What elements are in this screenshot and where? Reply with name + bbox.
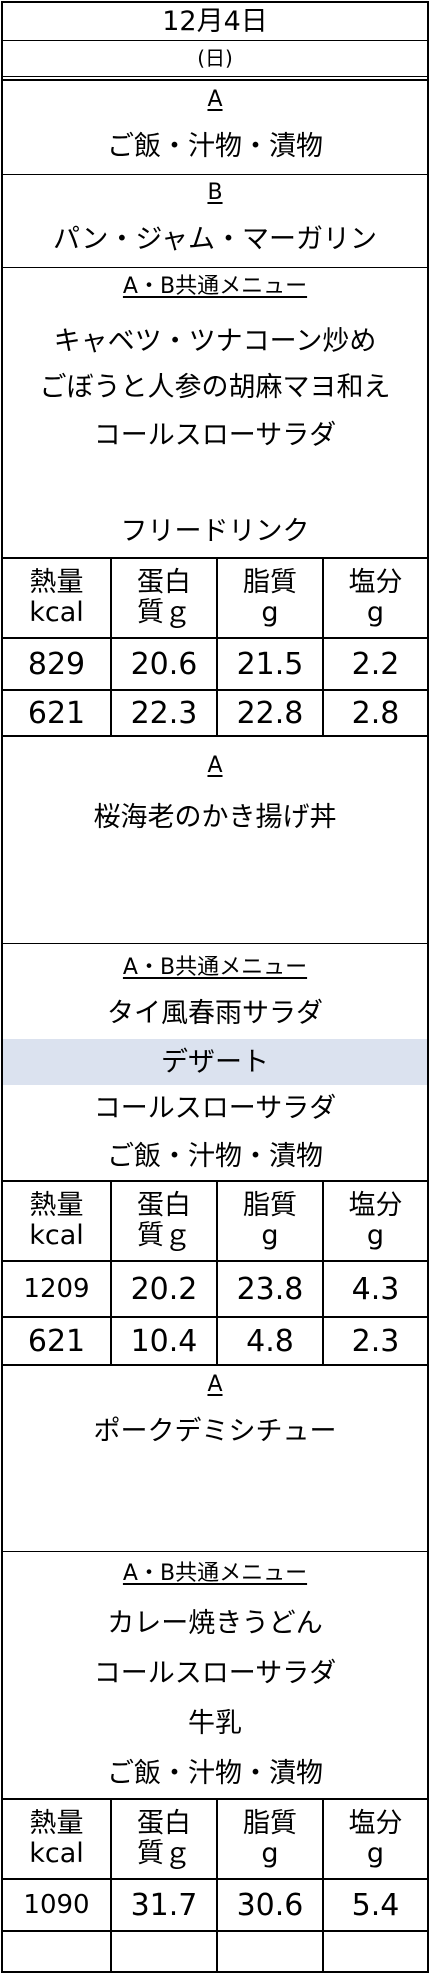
- nutrition-header-salt: 塩分 g: [348, 1190, 403, 1251]
- menu-item: パン・ジャム・マーガリン: [53, 223, 377, 255]
- divider: [110, 1798, 112, 1971]
- nutrition-value: 22.3: [130, 695, 198, 731]
- nutrition-header-fat: 脂質 g: [243, 1190, 297, 1251]
- menu-a-label: A: [207, 1372, 223, 1397]
- nutrition-value: 21.5: [236, 646, 304, 682]
- menu-item: キャベツ・ツナコーン炒め: [53, 325, 377, 357]
- nutrition-value: 621: [27, 695, 86, 731]
- nutrition-header-salt: 塩分 g: [348, 1808, 403, 1869]
- divider: [3, 1364, 427, 1366]
- menu-item: ポークデミシチュー: [93, 1415, 337, 1447]
- nutrition-header-energy: 熱量 kcal: [29, 567, 84, 628]
- menu-a-label: A: [207, 87, 223, 112]
- menu-a-label: A: [207, 753, 223, 778]
- menu-item: コールスローサラダ: [93, 1092, 337, 1124]
- nutrition-value: 4.3: [351, 1271, 400, 1307]
- divider: [216, 557, 218, 737]
- common-menu-label: A・B共通メニュー: [122, 274, 308, 299]
- date-title: 12月4日: [162, 5, 268, 37]
- menu-item: [3, 461, 427, 505]
- menu-item: 牛乳: [188, 1707, 242, 1739]
- nutrition-value: 23.8: [236, 1271, 304, 1307]
- nutrition-value: 621: [27, 1323, 86, 1359]
- nutrition-value: 31.7: [130, 1887, 198, 1923]
- nutrition-value: 4.8: [246, 1323, 294, 1359]
- nutrition-value: [218, 1932, 322, 1971]
- menu-item: ごぼうと人参の胡麻マヨ和え: [39, 371, 391, 403]
- divider: [216, 1798, 218, 1971]
- divider: [110, 557, 112, 737]
- menu-item: ご飯・汁物・漬物: [107, 130, 323, 162]
- nutrition-value: 2.2: [351, 646, 400, 682]
- nutrition-value: 1090: [23, 1889, 90, 1920]
- nutrition-header-fat: 脂質 g: [243, 567, 297, 628]
- menu-item: フリードリンク: [120, 515, 310, 547]
- divider: [3, 943, 427, 944]
- menu-item: タイ風春雨サラダ: [107, 997, 323, 1029]
- menu-item: カレー焼きうどん: [107, 1607, 323, 1639]
- nutrition-value: 20.6: [130, 646, 198, 682]
- nutrition-value: [112, 1932, 216, 1971]
- menu-item: コールスローサラダ: [93, 1657, 337, 1689]
- nutrition-value: 10.4: [130, 1323, 198, 1359]
- menu-item-highlighted: デザート: [3, 1039, 427, 1085]
- divider: [322, 557, 324, 737]
- menu-b-label: B: [207, 180, 223, 205]
- nutrition-header-protein: 蛋白 質ｇ: [137, 1808, 191, 1869]
- divider: [110, 1180, 112, 1366]
- divider: [322, 1798, 324, 1971]
- weekday: (日): [197, 46, 233, 70]
- divider: [3, 267, 427, 268]
- menu-item: コールスローサラダ: [93, 419, 337, 451]
- nutrition-value: [3, 1932, 110, 1971]
- nutrition-value: [324, 1932, 427, 1971]
- nutrition-header-energy: 熱量 kcal: [29, 1808, 84, 1869]
- common-menu-label: A・B共通メニュー: [122, 1561, 308, 1586]
- nutrition-value: 20.2: [130, 1271, 198, 1307]
- common-menu-label: A・B共通メニュー: [122, 955, 308, 980]
- nutrition-header-fat: 脂質 g: [243, 1808, 297, 1869]
- menu-item: ご飯・汁物・漬物: [107, 1140, 323, 1172]
- nutrition-value: 30.6: [236, 1887, 304, 1923]
- menu-item: ご飯・汁物・漬物: [107, 1757, 323, 1789]
- divider: [3, 735, 427, 737]
- nutrition-value: 22.8: [236, 695, 304, 731]
- menu-sheet: 12月4日 (日) A ご飯・汁物・漬物 B パン・ジャム・マーガリン A・B共…: [1, 1, 429, 1973]
- nutrition-value: 1209: [23, 1273, 90, 1304]
- menu-item: 桜海老のかき揚げ丼: [93, 801, 337, 833]
- nutrition-value: 5.4: [351, 1887, 400, 1923]
- divider: [322, 1180, 324, 1366]
- nutrition-value: 2.3: [351, 1323, 400, 1359]
- nutrition-header-energy: 熱量 kcal: [29, 1190, 84, 1251]
- nutrition-header-salt: 塩分 g: [348, 567, 403, 628]
- nutrition-value: 829: [27, 646, 86, 682]
- nutrition-header-protein: 蛋白 質ｇ: [137, 567, 191, 628]
- divider: [3, 1551, 427, 1552]
- nutrition-value: 2.8: [351, 695, 400, 731]
- nutrition-header-protein: 蛋白 質ｇ: [137, 1190, 191, 1251]
- divider: [216, 1180, 218, 1366]
